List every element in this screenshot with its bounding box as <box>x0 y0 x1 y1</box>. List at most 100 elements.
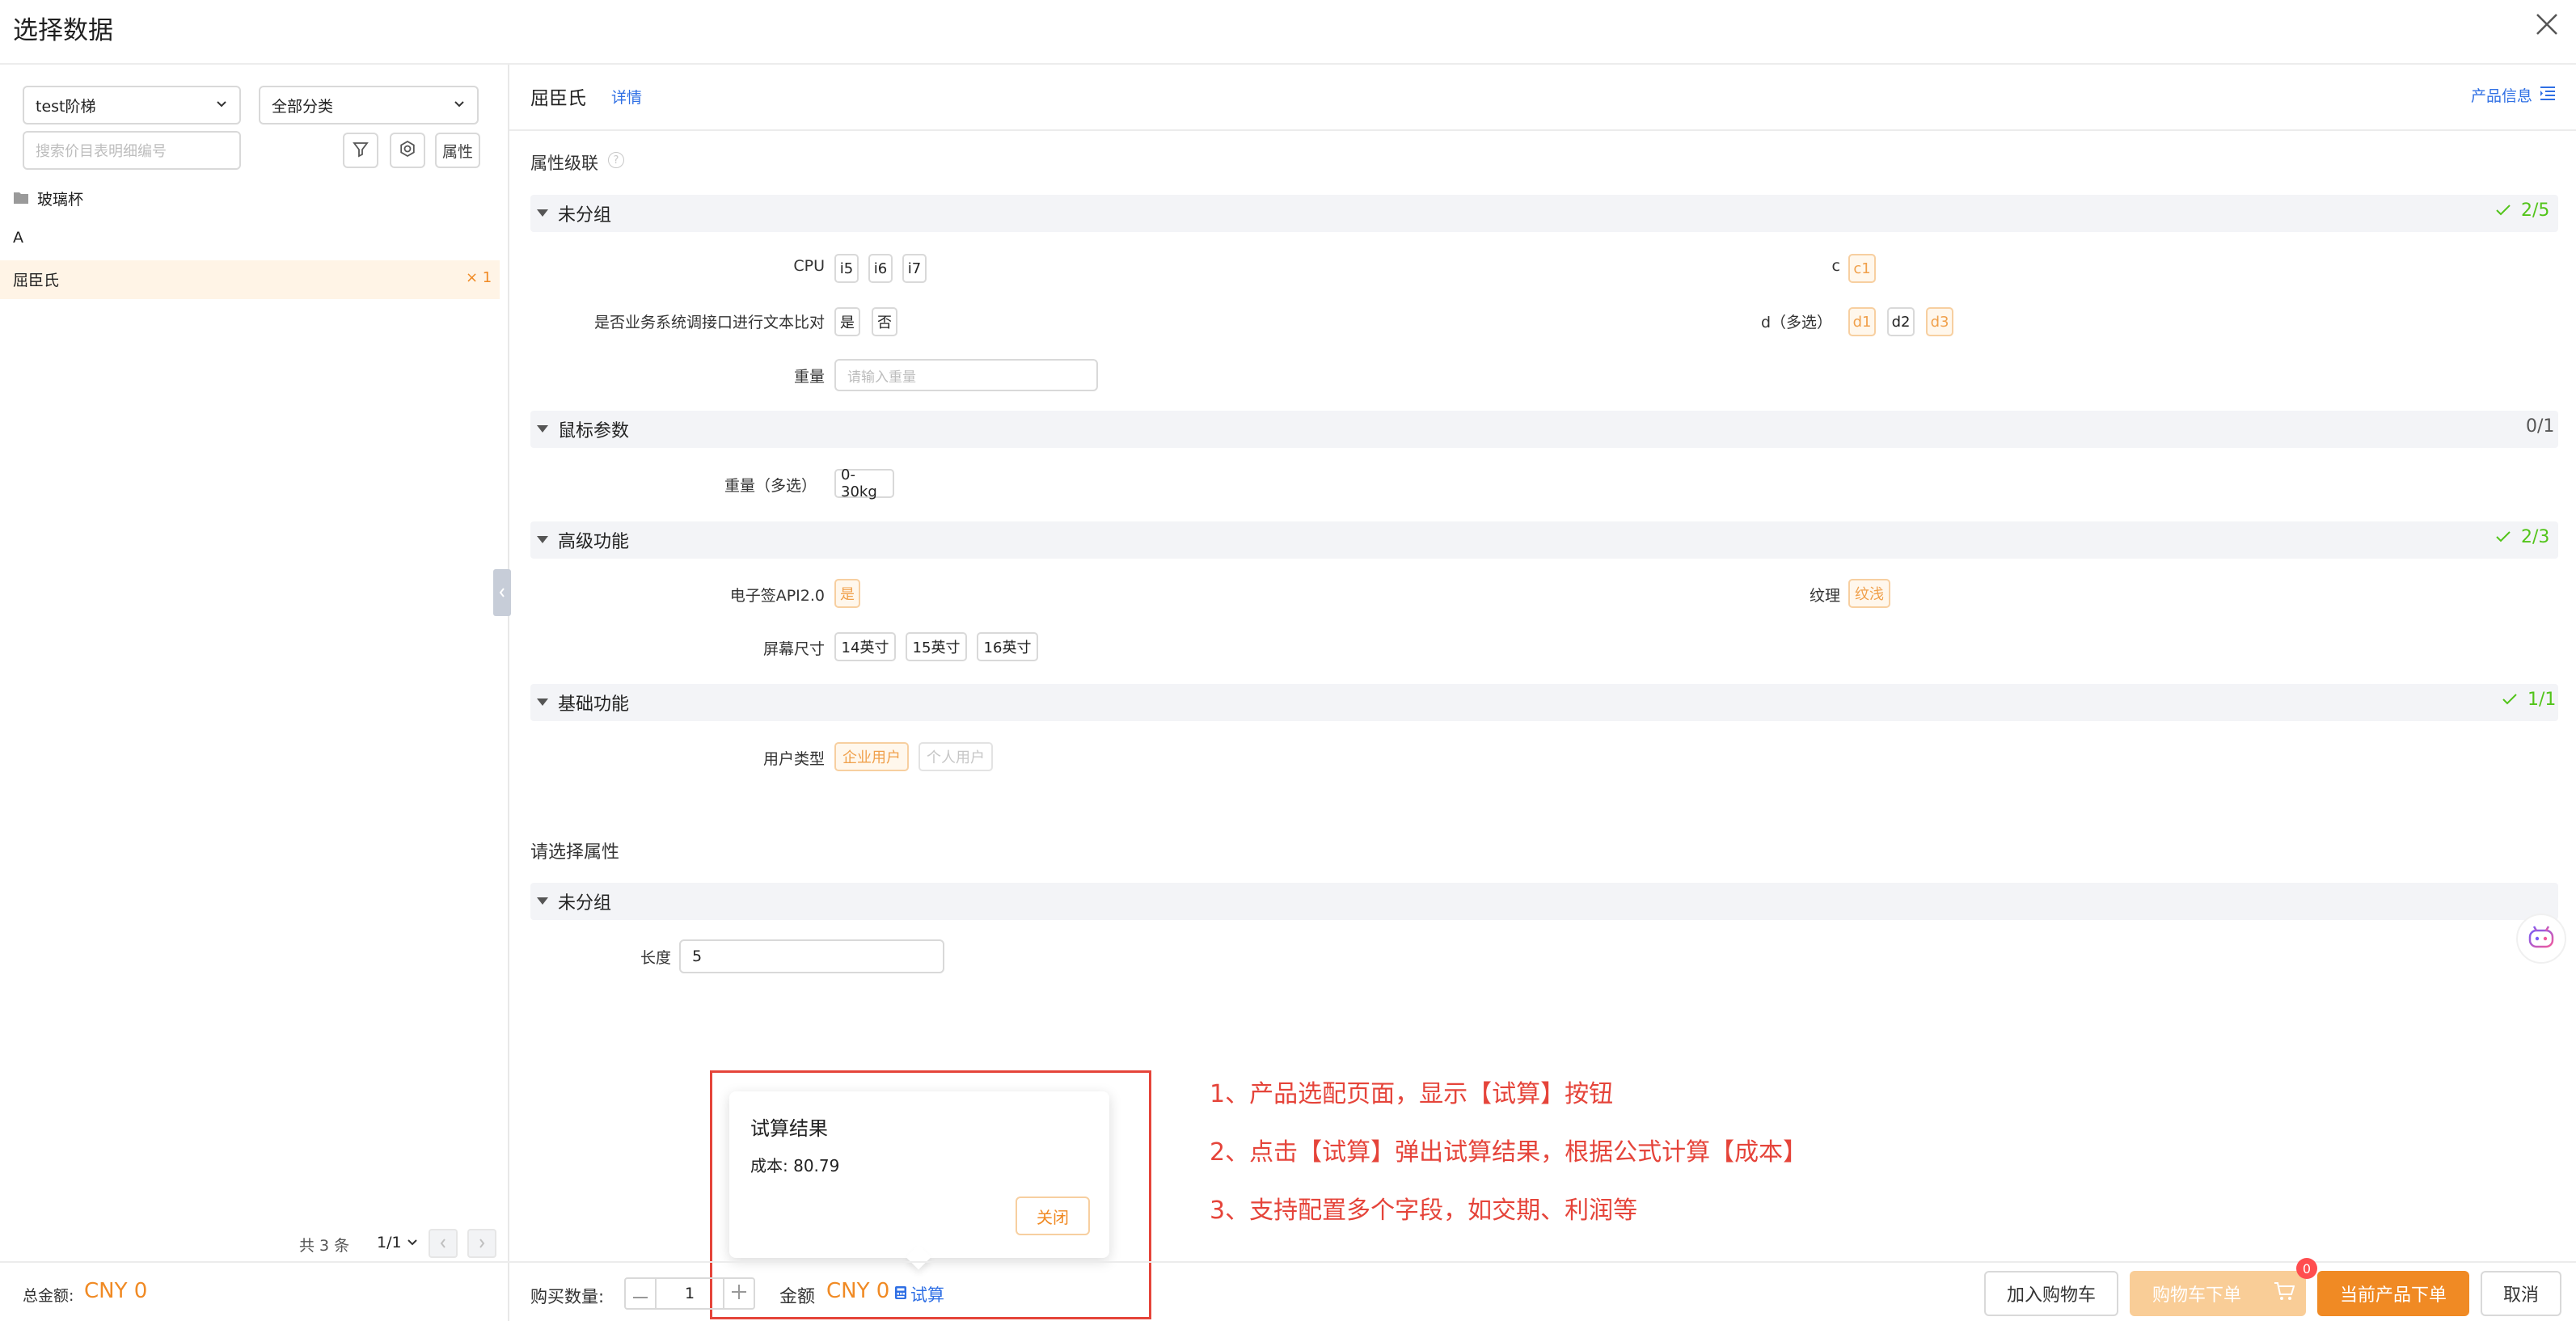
check-icon <box>2495 528 2511 547</box>
pagination-total: 共 3 条 <box>299 1237 350 1255</box>
cart-order-button[interactable]: 购物车下单 <box>2130 1271 2306 1316</box>
qty-label: 购买数量: <box>530 1287 605 1306</box>
detail-link[interactable]: 详情 <box>611 86 642 108</box>
amount-label: 金额 <box>779 1287 816 1307</box>
chevron-right-icon <box>478 1234 486 1253</box>
attribute-button[interactable]: 属性 <box>435 133 480 168</box>
footer-divider <box>509 1261 2576 1263</box>
select-attr-title: 请选择属性 <box>530 842 620 863</box>
settings-button[interactable] <box>390 133 425 168</box>
product-info-label: 产品信息 <box>2471 87 2533 105</box>
tree-item-selected[interactable] <box>0 260 500 299</box>
option-chip-selected[interactable]: 纹浅 <box>1848 579 1890 608</box>
attr-label-esign: 电子签API2.0 <box>729 587 825 605</box>
attr-label-d: d（多选） <box>1760 314 1832 331</box>
group-bar-attr[interactable] <box>530 883 2558 920</box>
group-bar-advanced[interactable] <box>530 521 2558 559</box>
option-chip-disabled[interactable]: 个人用户 <box>918 742 993 771</box>
qty-input[interactable]: 1 <box>657 1279 723 1308</box>
page-size-select[interactable]: 1/1 <box>377 1234 418 1251</box>
qty-stepper[interactable]: 1 <box>624 1277 755 1310</box>
weight-input[interactable]: 请输入重量 <box>834 359 1098 391</box>
page-indicator: 1/1 <box>377 1234 402 1251</box>
option-chip-selected[interactable]: 企业用户 <box>834 742 909 771</box>
help-icon[interactable]: ? <box>608 152 624 168</box>
group-title: 基础功能 <box>558 694 630 715</box>
prev-page-button[interactable] <box>429 1229 458 1258</box>
group-count-value: 0/1 <box>2526 416 2555 437</box>
dialog-title: 选择数据 <box>13 16 113 45</box>
option-chip[interactable]: 15英寸 <box>906 632 967 661</box>
option-chip-selected[interactable]: d3 <box>1926 307 1953 336</box>
price-list-select[interactable]: test阶梯 <box>23 86 241 125</box>
minus-icon <box>633 1284 648 1303</box>
cart-badge: 0 <box>2296 1258 2317 1279</box>
total-amount-label: 总金额: <box>23 1287 74 1305</box>
amount-value: CNY 0 <box>826 1279 890 1303</box>
cascade-title: 属性级联 <box>530 154 598 173</box>
group-title: 鼠标参数 <box>558 421 630 441</box>
check-icon <box>2502 690 2518 710</box>
filter-button[interactable] <box>343 133 378 168</box>
chevron-down-icon <box>215 96 228 114</box>
group-count: 2/3 <box>2495 527 2549 547</box>
tree-folder[interactable]: 玻璃杯 <box>13 188 83 209</box>
calc-label: 试算 <box>910 1285 944 1305</box>
caret-down-icon <box>537 698 548 706</box>
cancel-button[interactable]: 取消 <box>2481 1271 2561 1316</box>
attr-label-weight: 重量 <box>793 368 825 386</box>
attr-label-cpu: CPU <box>793 257 825 275</box>
group-count-value: 2/5 <box>2521 200 2550 221</box>
check-icon <box>2495 201 2511 221</box>
order-current-button[interactable]: 当前产品下单 <box>2317 1271 2469 1316</box>
attr-label-user-type: 用户类型 <box>762 750 825 768</box>
filter-icon <box>351 139 370 162</box>
option-chip[interactable]: i5 <box>834 254 859 283</box>
option-chip-selected[interactable]: 是 <box>834 579 860 608</box>
option-chip[interactable]: 0-30kg <box>834 466 894 500</box>
popover-result: 成本: 80.79 <box>750 1156 840 1175</box>
product-name: 屈臣氏 <box>530 88 586 109</box>
close-icon[interactable] <box>2532 10 2561 39</box>
option-chip[interactable]: 16英寸 <box>977 632 1038 661</box>
product-info-link[interactable]: 产品信息 <box>2471 84 2557 106</box>
length-input[interactable]: 5 <box>679 939 944 973</box>
next-page-button[interactable] <box>467 1229 496 1258</box>
attr-label-texture: 纹理 <box>1809 587 1840 605</box>
folder-icon <box>13 189 29 209</box>
calc-button[interactable]: 试算 <box>894 1282 944 1306</box>
attr-label-weight-multi: 重量（多选） <box>724 477 817 495</box>
qty-decrease-button[interactable] <box>626 1279 657 1308</box>
calculator-icon <box>894 1285 907 1304</box>
option-chip[interactable]: d2 <box>1887 307 1915 336</box>
assistant-button[interactable] <box>2516 914 2566 964</box>
option-chip-selected[interactable]: d1 <box>1848 307 1876 336</box>
category-select[interactable]: 全部分类 <box>259 86 479 125</box>
caret-down-icon <box>537 209 548 217</box>
left-footer-divider <box>0 1261 509 1263</box>
settings-icon <box>398 139 417 162</box>
add-to-cart-button[interactable]: 加入购物车 <box>1984 1271 2118 1316</box>
option-chip[interactable]: i6 <box>868 254 893 283</box>
search-input[interactable]: 搜索价目表明细编号 <box>23 131 241 170</box>
tree-group-letter: A <box>13 229 23 247</box>
option-chip[interactable]: 否 <box>872 307 897 336</box>
option-chip[interactable]: i7 <box>902 254 927 283</box>
group-bar-ungrouped[interactable] <box>530 195 2558 232</box>
right-header-divider <box>509 129 2576 131</box>
plus-icon <box>732 1284 746 1303</box>
left-panel <box>0 65 509 1321</box>
tree-item-label: 屈臣氏 <box>13 272 60 289</box>
option-chip[interactable]: 是 <box>834 307 860 336</box>
group-count: 2/5 <box>2495 200 2549 221</box>
group-bar-mouse[interactable] <box>530 411 2558 448</box>
group-count-value: 2/3 <box>2521 527 2550 547</box>
popover-close-button[interactable]: 关闭 <box>1016 1196 1090 1235</box>
option-chip-selected[interactable]: c1 <box>1848 254 1876 283</box>
chevron-down-icon <box>453 96 466 114</box>
qty-increase-button[interactable] <box>723 1279 754 1308</box>
group-bar-basic[interactable] <box>530 684 2558 721</box>
tree-item-count: × 1 <box>466 269 492 286</box>
option-chip[interactable]: 14英寸 <box>834 632 896 661</box>
collapse-handle[interactable] <box>493 569 511 616</box>
